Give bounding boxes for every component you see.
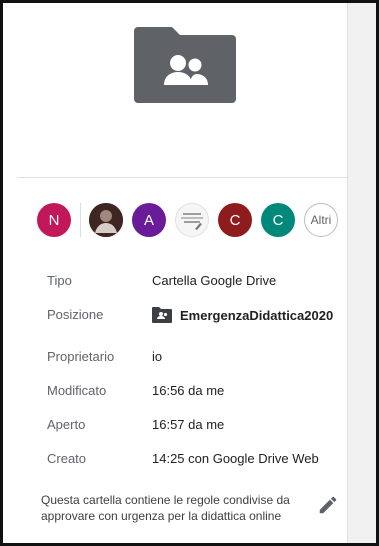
detail-label: Tipo xyxy=(47,273,72,288)
detail-value: Cartella Google Drive xyxy=(152,273,277,288)
avatar-divider xyxy=(80,203,81,237)
folder-description[interactable]: Questa cartella contiene le regole condi… xyxy=(41,492,303,524)
detail-row-modified: Modificato 16:56 da me xyxy=(47,383,347,403)
shared-folder-icon xyxy=(152,307,172,323)
detail-label: Proprietario xyxy=(47,349,115,364)
details-panel: N A C C Altri Tipo Cartella Google Drive… xyxy=(17,3,348,543)
detail-row-type: Tipo Cartella Google Drive xyxy=(47,273,347,293)
detail-label: Aperto xyxy=(47,417,86,432)
detail-value: io xyxy=(152,349,163,364)
detail-row-opened: Aperto 16:57 da me xyxy=(47,417,347,437)
detail-label: Posizione xyxy=(47,307,104,322)
pencil-icon[interactable] xyxy=(317,494,339,516)
avatar-logo[interactable] xyxy=(175,203,209,237)
avatar-c-teal[interactable]: C xyxy=(261,203,295,237)
detail-row-owner: Proprietario io xyxy=(47,349,347,369)
folder-preview xyxy=(17,3,348,178)
logo-image-icon xyxy=(181,213,203,230)
avatar-photo[interactable] xyxy=(89,203,123,237)
detail-value: 16:57 da me xyxy=(152,417,225,432)
detail-label: Modificato xyxy=(47,383,107,398)
detail-value: 16:56 da me xyxy=(152,383,225,398)
avatar-c-red[interactable]: C xyxy=(218,203,252,237)
location-link[interactable]: EmergenzaDidattica2020 xyxy=(152,307,333,323)
details-pane-frame: N A C C Altri Tipo Cartella Google Drive… xyxy=(0,0,379,546)
detail-label: Creato xyxy=(47,451,87,466)
user-photo-icon xyxy=(89,203,123,237)
scrollbar[interactable] xyxy=(347,3,376,543)
detail-row-created: Creato 14:25 con Google Drive Web xyxy=(47,451,347,471)
avatar-n[interactable]: N xyxy=(37,203,71,237)
detail-row-location: Posizione EmergenzaDidattica2020 xyxy=(47,307,347,327)
detail-value: 14:25 con Google Drive Web xyxy=(152,451,319,466)
more-people-button[interactable]: Altri xyxy=(304,203,338,237)
avatar-a[interactable]: A xyxy=(132,203,166,237)
shared-folder-icon xyxy=(134,27,236,103)
sharing-avatars: N A C C Altri xyxy=(37,203,347,237)
location-name: EmergenzaDidattica2020 xyxy=(180,308,334,323)
